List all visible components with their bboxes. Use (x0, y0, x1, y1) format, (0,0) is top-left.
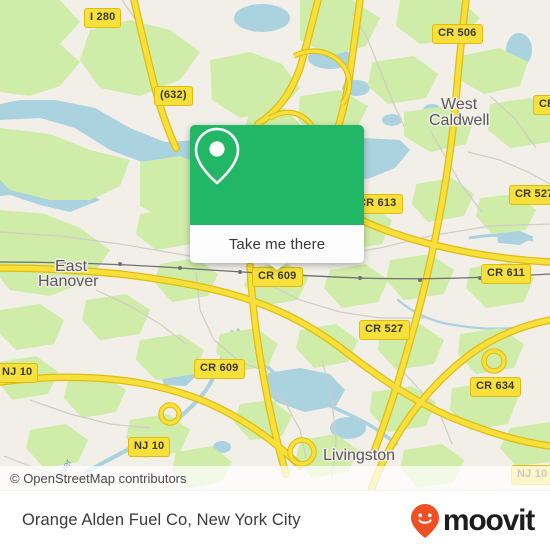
take-me-there-button[interactable]: Take me there (190, 225, 364, 263)
osm-attribution[interactable]: © OpenStreetMap contributors (0, 466, 550, 490)
road-shield: CR 527 (509, 185, 550, 205)
place-label-livingston: Livingston (323, 447, 396, 464)
moovit-map-screenshot: I 280 CR 506 (632) CR CR 613 CR 527 CR 6… (0, 0, 550, 550)
moovit-logo[interactable]: moovit (410, 503, 535, 539)
footer-bar: Orange Alden Fuel Co, New York City moov… (0, 490, 550, 550)
moovit-wordmark: moovit (442, 503, 535, 537)
road-shield: CR 609 (194, 359, 245, 379)
road-shield: CR (533, 95, 550, 115)
road-shield: CR 634 (470, 377, 521, 397)
page-title: Orange Alden Fuel Co, New York City (22, 511, 301, 529)
road-shield: CR 611 (481, 264, 531, 284)
road-shield: CR 609 (252, 267, 303, 287)
popup-pointer-tail (266, 262, 288, 270)
place-label-caldwell: Caldwell (429, 112, 490, 129)
map-pin-icon (194, 127, 240, 185)
osm-attribution-text: © OpenStreetMap contributors (10, 470, 187, 486)
place-label-hanover: Hanover (38, 273, 99, 290)
road-shield: CR 506 (432, 24, 483, 44)
road-shield: NJ 10 (0, 363, 39, 383)
take-me-there-popup[interactable]: Take me there (190, 125, 364, 263)
map-canvas[interactable]: I 280 CR 506 (632) CR CR 613 CR 527 CR 6… (0, 0, 550, 490)
road-shield: I 280 (84, 8, 122, 28)
road-shield: (632) (154, 86, 193, 106)
popup-header (190, 125, 364, 225)
moovit-pin-smiley-icon (410, 503, 439, 538)
place-label-west: West (441, 96, 478, 113)
road-shield: NJ 10 (128, 437, 171, 457)
road-shield: CR 527 (359, 320, 410, 340)
